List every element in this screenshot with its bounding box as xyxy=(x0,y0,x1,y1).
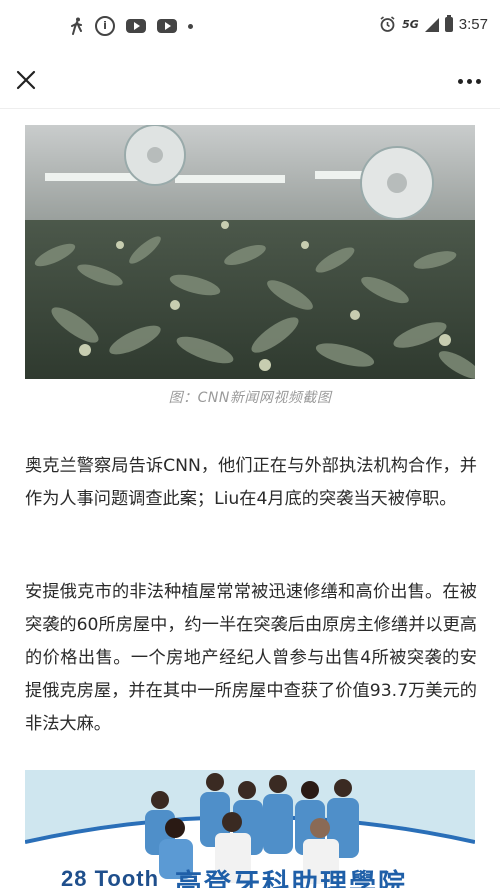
image-caption: 图：CNN新闻网视频截图 xyxy=(168,390,332,406)
close-button[interactable] xyxy=(10,64,42,96)
battery-icon xyxy=(444,15,453,32)
ad-banner[interactable]: 28 Tooth 高登牙科助理學院 xyxy=(25,770,475,888)
alarm-icon xyxy=(379,16,396,33)
close-icon xyxy=(16,70,36,90)
article-paragraph: 奥克兰警察局告诉CNN，他们正在与外部执法机构合作，并作为人事问题调查此案；Li… xyxy=(25,456,477,509)
dot-icon xyxy=(188,23,193,29)
more-icon xyxy=(466,78,472,84)
article-image xyxy=(25,125,475,379)
clock-time: 3:57 xyxy=(458,16,488,33)
status-bar: i 5G 3:57 xyxy=(0,0,500,54)
walk-icon xyxy=(70,17,84,35)
more-icon xyxy=(457,78,463,84)
ad-title: 高登牙科助理學院 xyxy=(175,869,407,888)
network-type-label: 5G xyxy=(402,18,419,31)
ad-brand-logo: 28 Tooth xyxy=(61,866,160,888)
signal-icon xyxy=(424,17,439,32)
youtube-icon xyxy=(157,19,177,33)
info-icon: i xyxy=(95,16,115,36)
more-options-button[interactable] xyxy=(454,66,484,96)
article-paragraph: 安提俄克市的非法种植屋常常被迅速修缮和高价出售。在被突袭的60所房屋中，约一半在… xyxy=(25,582,477,734)
more-icon xyxy=(475,78,481,84)
youtube-icon xyxy=(126,19,146,33)
nav-bar xyxy=(0,54,500,109)
